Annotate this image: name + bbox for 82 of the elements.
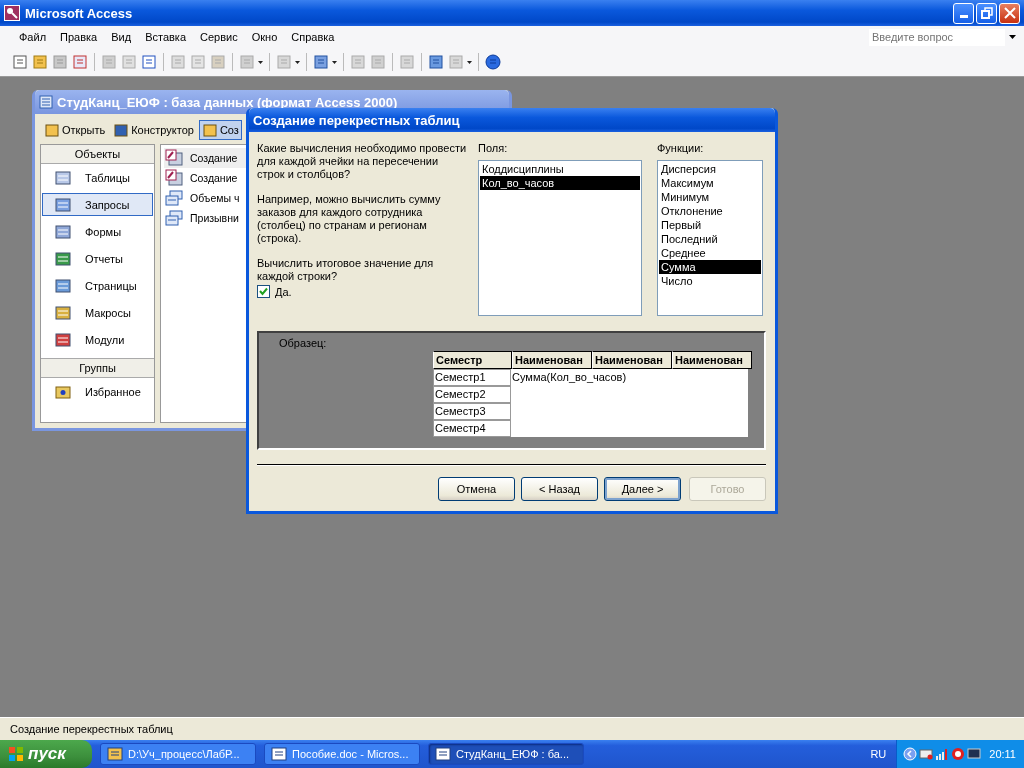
wizard-icon (165, 169, 183, 187)
list-item[interactable]: Дисперсия (659, 162, 761, 176)
menu-item[interactable]: Вид (104, 31, 139, 43)
total-question-text: Вычислить итоговое значение для каждой строки? (257, 257, 435, 283)
list-item[interactable]: Кол_во_часов (480, 176, 640, 190)
target-icon[interactable] (951, 747, 966, 761)
minimize-button[interactable] (953, 2, 974, 24)
clock: 20:11 (989, 748, 1016, 760)
signal-icon[interactable] (935, 747, 950, 761)
caret-icon[interactable] (258, 60, 263, 64)
menu-item[interactable]: Окно (244, 31, 285, 43)
caret-icon[interactable] (295, 60, 300, 64)
object-type-item[interactable]: Таблицы (42, 166, 153, 189)
object-type-item[interactable]: Макросы (42, 301, 153, 324)
checkbox-label: Да. (275, 285, 292, 298)
menu-item[interactable]: Справка (284, 31, 342, 43)
dialog-title: Создание перекрестных таблиц (253, 112, 460, 128)
row-header: Семестр1 (433, 369, 511, 386)
list-item[interactable]: Число (659, 274, 761, 288)
object-type-item[interactable]: Модули (42, 328, 153, 351)
row-header: Семестр3 (433, 403, 511, 420)
row-header: Семестр4 (433, 420, 511, 437)
dialog-button[interactable]: Далее > (604, 477, 681, 501)
caret-icon[interactable] (467, 60, 472, 64)
help-search-field[interactable]: Введите вопрос (869, 28, 1005, 46)
chevron-icon[interactable] (903, 747, 918, 761)
example-text: Например, можно вычислить сумму заказов для каждого сотрудника (столбец) по странам и регионам (строка). (257, 193, 442, 245)
wizard-icon (165, 149, 183, 167)
list-item[interactable]: Среднее (659, 246, 761, 260)
dialog-button[interactable]: Отмена (438, 477, 515, 501)
restore-button[interactable] (976, 2, 997, 24)
object-type-item[interactable]: Запросы (42, 193, 153, 216)
column-header: Наименован (672, 351, 752, 369)
close-icon (1003, 7, 1016, 19)
checkbox[interactable] (257, 285, 270, 298)
menu-item[interactable]: Правка (53, 31, 105, 43)
total-checkbox[interactable]: Да. (257, 285, 470, 298)
list-item[interactable]: Последний (659, 232, 761, 246)
menu-item[interactable]: Файл (12, 31, 54, 43)
windows-logo (8, 746, 24, 762)
restore-icon (980, 7, 993, 19)
caret-icon[interactable] (332, 60, 337, 64)
window-title: Microsoft Access (25, 5, 133, 21)
list-item[interactable]: Сумма (659, 260, 761, 274)
close-button[interactable] (999, 2, 1020, 24)
list-item[interactable]: Отклонение (659, 204, 761, 218)
list-item[interactable]: Минимум (659, 190, 761, 204)
functions-label: Функции: (657, 142, 705, 155)
taskbar-button[interactable]: D:\Уч_процесс\ЛабР... (100, 743, 256, 765)
list-item[interactable]: Первый (659, 218, 761, 232)
menu-item[interactable]: Вставка (138, 31, 193, 43)
start-button[interactable]: пуск (0, 740, 92, 768)
object-type-item[interactable]: Формы (42, 220, 153, 243)
monitor-icon[interactable] (967, 747, 982, 761)
group-item[interactable]: Избранное (42, 380, 153, 403)
sample-label: Образец: (279, 337, 327, 349)
dialog-button[interactable]: < Назад (521, 477, 598, 501)
envelope-icon[interactable] (919, 747, 934, 761)
menu-item[interactable]: Сервис (193, 31, 245, 43)
taskbar-button[interactable]: СтудКанц_ЕЮФ : ба... (428, 743, 584, 765)
fields-label: Поля: (478, 142, 509, 155)
toolbar-button[interactable]: Открыть (41, 120, 109, 140)
key-icon (4, 5, 20, 21)
object-type-item[interactable]: Страницы (42, 274, 153, 297)
dropdown-icon[interactable] (1009, 35, 1016, 39)
object-type-item[interactable]: Отчеты (42, 247, 153, 270)
section-header: Группы (41, 358, 154, 378)
column-header: Наименован (512, 351, 592, 369)
list-item[interactable]: Максимум (659, 176, 761, 190)
toolbar-button[interactable]: Соз (198, 120, 242, 140)
status-text: Создание перекрестных таблиц (10, 723, 173, 735)
minimize-icon (959, 15, 968, 18)
language-indicator[interactable]: RU (870, 748, 887, 760)
toolbar-button[interactable]: Конструктор (110, 120, 197, 140)
section-header: Объекты (41, 145, 154, 164)
list-item[interactable]: Коддисциплины (480, 162, 640, 176)
column-header: Наименован (592, 351, 672, 369)
row-header: Семестр2 (433, 386, 511, 403)
value-text: Сумма(Кол_во_часов) (512, 371, 627, 383)
column-header: Семестр (433, 351, 512, 369)
taskbar-button[interactable]: Пособие.doc - Micros... (264, 743, 420, 765)
window-title: СтудКанц_ЕЮФ : база данных (формат Access 2000) (57, 94, 398, 110)
